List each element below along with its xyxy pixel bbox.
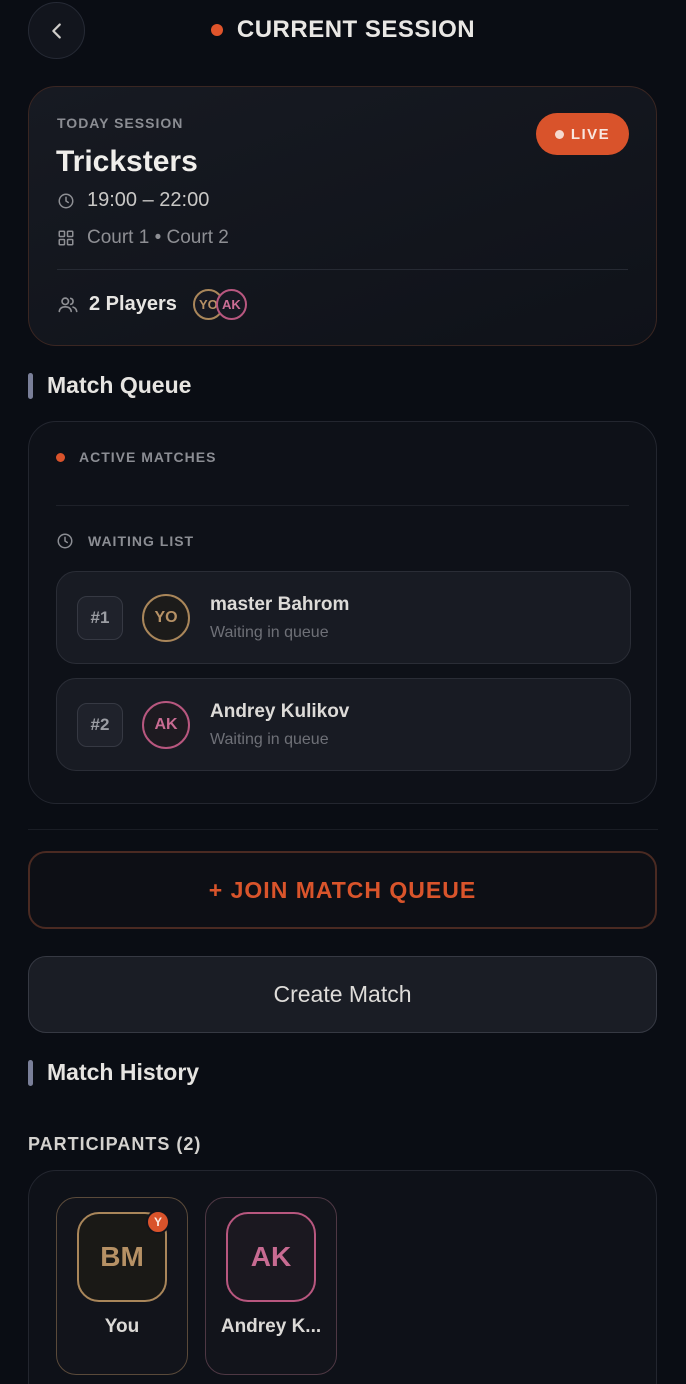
participant-name: Andrey K... — [220, 1316, 322, 1337]
players-count: 2 Players — [89, 293, 177, 315]
active-matches-label: ACTIVE MATCHES — [79, 449, 217, 465]
participants-card: BM Y You AK Andrey K... — [28, 1170, 657, 1384]
waiting-list-label: WAITING LIST — [88, 533, 195, 549]
match-queue-card: ACTIVE MATCHES WAITING LIST #1 YO master… — [28, 421, 657, 804]
avatar: AK — [215, 289, 247, 320]
match-history-heading: Match History — [28, 1059, 199, 1086]
queue-player-status: Waiting in queue — [210, 731, 329, 748]
session-time: 19:00 – 22:00 — [87, 189, 210, 211]
you-badge: Y — [146, 1210, 170, 1234]
section-accent-bar — [28, 372, 33, 399]
queue-rank: #1 — [77, 596, 123, 640]
top-bar: CURRENT SESSION — [0, 0, 686, 60]
live-badge: LIVE — [536, 113, 629, 155]
session-courts: Court 1 • Court 2 — [87, 227, 229, 248]
active-matches-header: ACTIVE MATCHES — [56, 449, 216, 465]
match-queue-heading: Match Queue — [28, 372, 191, 399]
participant-tile[interactable]: AK Andrey K... — [205, 1197, 337, 1375]
avatar: YO — [142, 594, 190, 642]
session-eyebrow: TODAY SESSION — [57, 115, 184, 131]
divider — [56, 505, 629, 506]
participants-heading: PARTICIPANTS (2) — [28, 1134, 202, 1154]
session-name: Tricksters — [56, 145, 198, 178]
page-title: CURRENT SESSION — [236, 16, 476, 43]
queue-rank: #2 — [77, 703, 123, 747]
create-match-button[interactable]: Create Match — [28, 956, 657, 1033]
join-match-queue-button[interactable]: + JOIN MATCH QUEUE — [28, 851, 657, 929]
queue-item[interactable]: #2 AK Andrey Kulikov Waiting in queue — [56, 678, 631, 771]
queue-player-status: Waiting in queue — [210, 624, 329, 641]
session-time-row: 19:00 – 22:00 — [57, 189, 209, 212]
session-card[interactable]: TODAY SESSION Tricksters LIVE 19:00 – 22… — [28, 86, 657, 346]
clock-icon — [58, 193, 74, 208]
queue-player-name: Andrey Kulikov — [210, 701, 350, 722]
session-courts-row: Court 1 • Court 2 — [57, 227, 229, 249]
waiting-list-header: WAITING LIST — [56, 532, 194, 550]
live-dot — [554, 129, 564, 139]
player-avatars: YO AK — [192, 289, 247, 320]
avatar: AK — [142, 701, 190, 749]
section-title: Match Queue — [47, 372, 192, 398]
divider — [28, 829, 658, 830]
status-dot — [210, 24, 223, 36]
users-icon — [58, 296, 78, 312]
live-label: LIVE — [570, 125, 611, 143]
queue-player-name: master Bahrom — [210, 594, 350, 615]
grid-icon — [58, 230, 74, 246]
section-accent-bar — [28, 1059, 33, 1086]
session-screen: CURRENT SESSION TODAY SESSION Tricksters… — [0, 0, 686, 1384]
divider — [57, 269, 628, 270]
queue-item[interactable]: #1 YO master Bahrom Waiting in queue — [56, 571, 631, 664]
section-title: Match History — [47, 1059, 200, 1085]
players-row[interactable]: 2 Players YO AK — [57, 289, 247, 320]
participant-tile[interactable]: BM Y You — [56, 1197, 188, 1375]
active-dot — [56, 452, 65, 462]
header-title-group: CURRENT SESSION — [0, 14, 686, 46]
participant-name: You — [104, 1316, 140, 1337]
clock-icon — [57, 533, 73, 549]
avatar: AK — [226, 1212, 316, 1302]
